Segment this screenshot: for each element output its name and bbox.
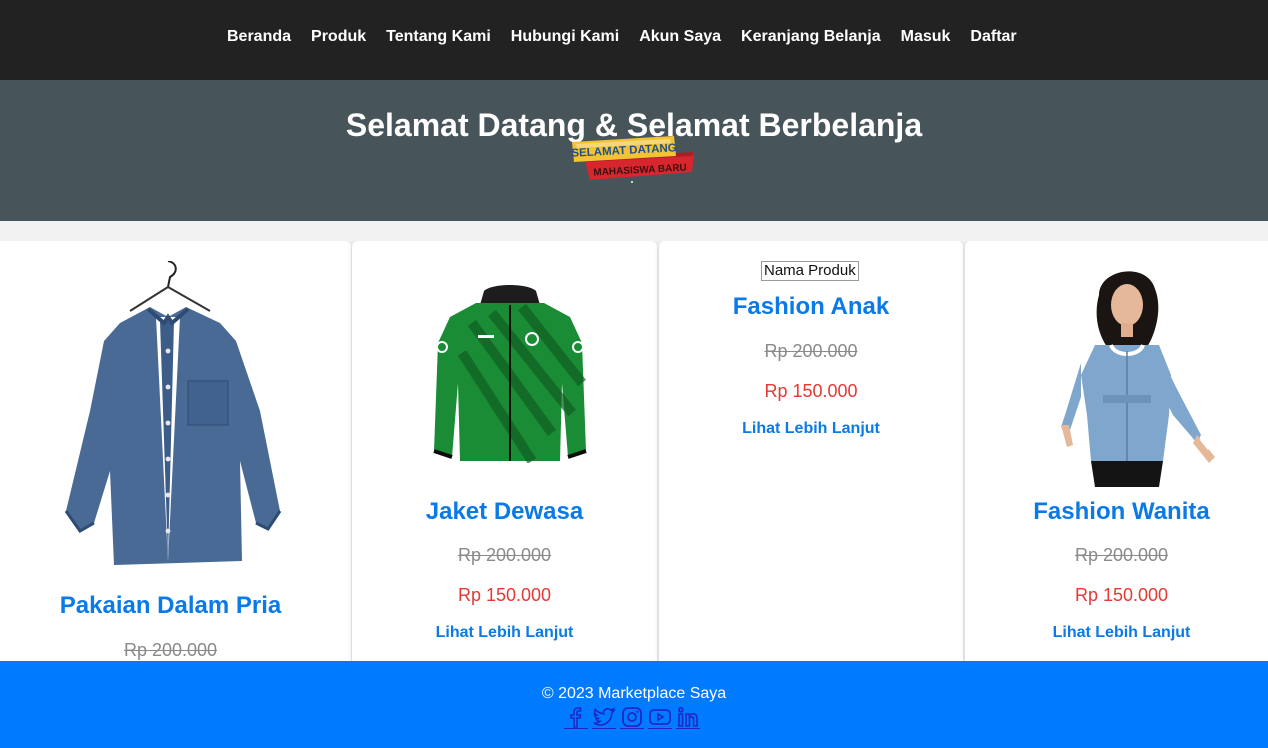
product-name[interactable]: Pakaian Dalam Pria bbox=[0, 592, 351, 620]
top-navigation: Beranda Produk Tentang Kami Hubungi Kami… bbox=[0, 0, 1268, 80]
product-name[interactable]: Fashion Anak bbox=[659, 293, 963, 321]
broken-image-alt-text: Nama Produk bbox=[761, 261, 859, 281]
copyright-text: © 2023 Marketplace Saya bbox=[541, 685, 727, 702]
social-links bbox=[564, 705, 700, 729]
see-more-link[interactable]: Lihat Lebih Lanjut bbox=[965, 623, 1268, 643]
product-card: Fashion Wanita Rp 200.000 Rp 150.000 Lih… bbox=[965, 241, 1268, 661]
nav-link-beranda[interactable]: Beranda bbox=[227, 27, 291, 47]
linkedin-icon[interactable] bbox=[676, 705, 700, 729]
product-new-price: Rp 150.000 bbox=[457, 585, 552, 605]
product-new-price: Rp 150.000 bbox=[1074, 585, 1169, 605]
nav-menu: Beranda Produk Tentang Kami Hubungi Kami… bbox=[227, 27, 1037, 47]
nav-link-daftar[interactable]: Daftar bbox=[970, 27, 1016, 47]
product-name[interactable]: Fashion Wanita bbox=[965, 498, 1268, 526]
product-new-price: Rp 150.000 bbox=[764, 381, 858, 401]
nav-link-keranjang-belanja[interactable]: Keranjang Belanja bbox=[741, 27, 881, 47]
product-card: Pakaian Dalam Pria Rp 200.000 bbox=[0, 241, 351, 661]
facebook-icon[interactable] bbox=[564, 705, 588, 729]
youtube-icon[interactable] bbox=[648, 705, 672, 729]
product-old-price: Rp 200.000 bbox=[123, 640, 218, 660]
product-card: Nama Produk Fashion Anak Rp 200.000 Rp 1… bbox=[659, 241, 963, 661]
see-more-link[interactable]: Lihat Lebih Lanjut bbox=[352, 623, 657, 643]
product-name[interactable]: Jaket Dewasa bbox=[352, 498, 657, 526]
nav-link-hubungi-kami[interactable]: Hubungi Kami bbox=[511, 27, 619, 47]
product-old-price: Rp 200.000 bbox=[457, 545, 552, 565]
product-card: Jaket Dewasa Rp 200.000 Rp 150.000 Lihat… bbox=[352, 241, 657, 661]
nav-link-tentang-kami[interactable]: Tentang Kami bbox=[386, 27, 491, 47]
nav-link-akun-saya[interactable]: Akun Saya bbox=[639, 27, 721, 47]
see-more-link[interactable]: Lihat Lebih Lanjut bbox=[659, 419, 963, 439]
welcome-badge-image: SELAMAT DATANG MAHASISWA BARU bbox=[571, 136, 694, 183]
site-footer: © 2023 Marketplace Saya bbox=[0, 661, 1268, 748]
instagram-icon[interactable] bbox=[620, 705, 644, 729]
product-old-price: Rp 200.000 bbox=[764, 341, 858, 361]
green-jacket-image[interactable] bbox=[432, 283, 588, 463]
product-grid: Pakaian Dalam Pria Rp 200.000 Jaket Dewa… bbox=[0, 241, 1268, 661]
nav-link-masuk[interactable]: Masuk bbox=[901, 27, 951, 47]
product-old-price: Rp 200.000 bbox=[1074, 545, 1169, 565]
hero-banner: Selamat Datang & Selamat Berbelanja SELA… bbox=[0, 80, 1268, 221]
denim-blouse-image[interactable] bbox=[1051, 265, 1221, 487]
twitter-icon[interactable] bbox=[592, 705, 616, 729]
nav-link-produk[interactable]: Produk bbox=[311, 27, 366, 47]
denim-shirt-image[interactable] bbox=[60, 261, 290, 571]
